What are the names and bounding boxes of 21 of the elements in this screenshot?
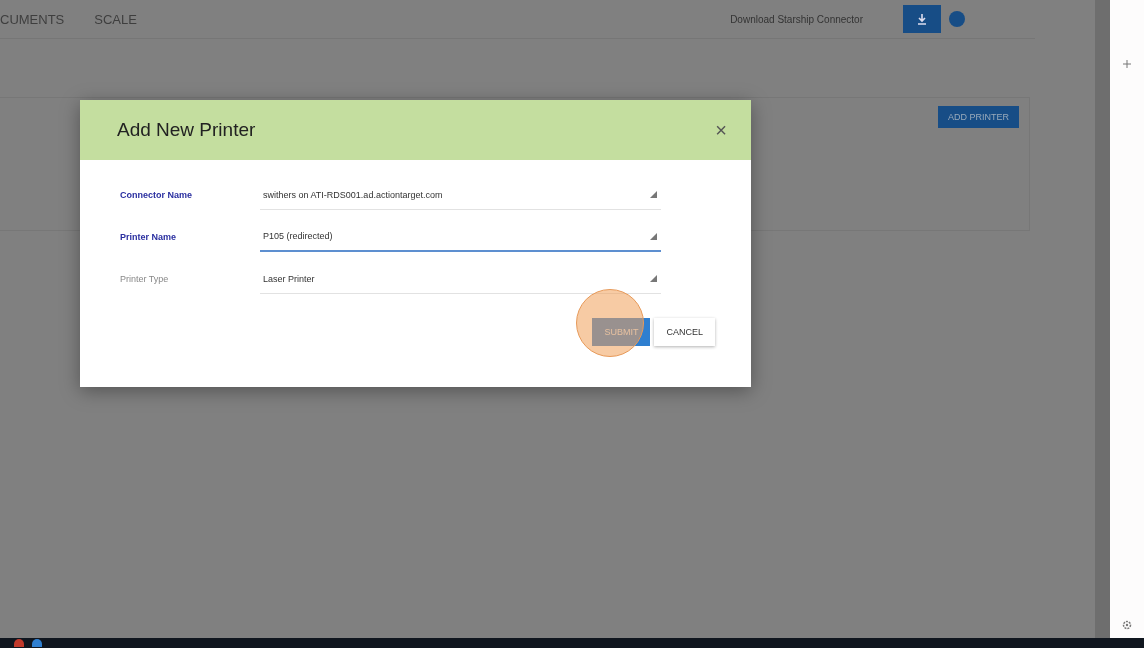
- dialog-title: Add New Printer: [117, 119, 256, 141]
- nav-tab[interactable]: SCALE: [94, 11, 137, 27]
- select-field[interactable]: swithers on ATI-RDS001.ad.actiontarget.com: [260, 180, 661, 210]
- close-button[interactable]: ×: [709, 117, 733, 143]
- field-label: Printer Type: [120, 274, 170, 284]
- field-label: Printer Name: [120, 232, 178, 242]
- resize-corner-icon: [650, 232, 657, 240]
- nav-tab[interactable]: CUMENTS: [0, 11, 65, 27]
- cancel-button[interactable]: CANCEL: [654, 318, 715, 346]
- download-button[interactable]: [903, 5, 941, 33]
- download-icon: [916, 13, 928, 25]
- help-icon[interactable]: [949, 11, 965, 27]
- add-printer-button[interactable]: ADD PRINTER: [938, 106, 1019, 128]
- resize-corner-icon: [650, 275, 657, 282]
- plus-icon[interactable]: [1123, 60, 1131, 68]
- select-field[interactable]: P105 (redirected): [260, 222, 661, 252]
- settings-icon[interactable]: [1122, 620, 1132, 630]
- resize-corner-icon: [650, 191, 657, 198]
- field-label: Connector Name: [120, 190, 193, 200]
- select-field[interactable]: Laser Printer: [260, 264, 661, 294]
- download-label: Download Starship Connector: [730, 13, 863, 25]
